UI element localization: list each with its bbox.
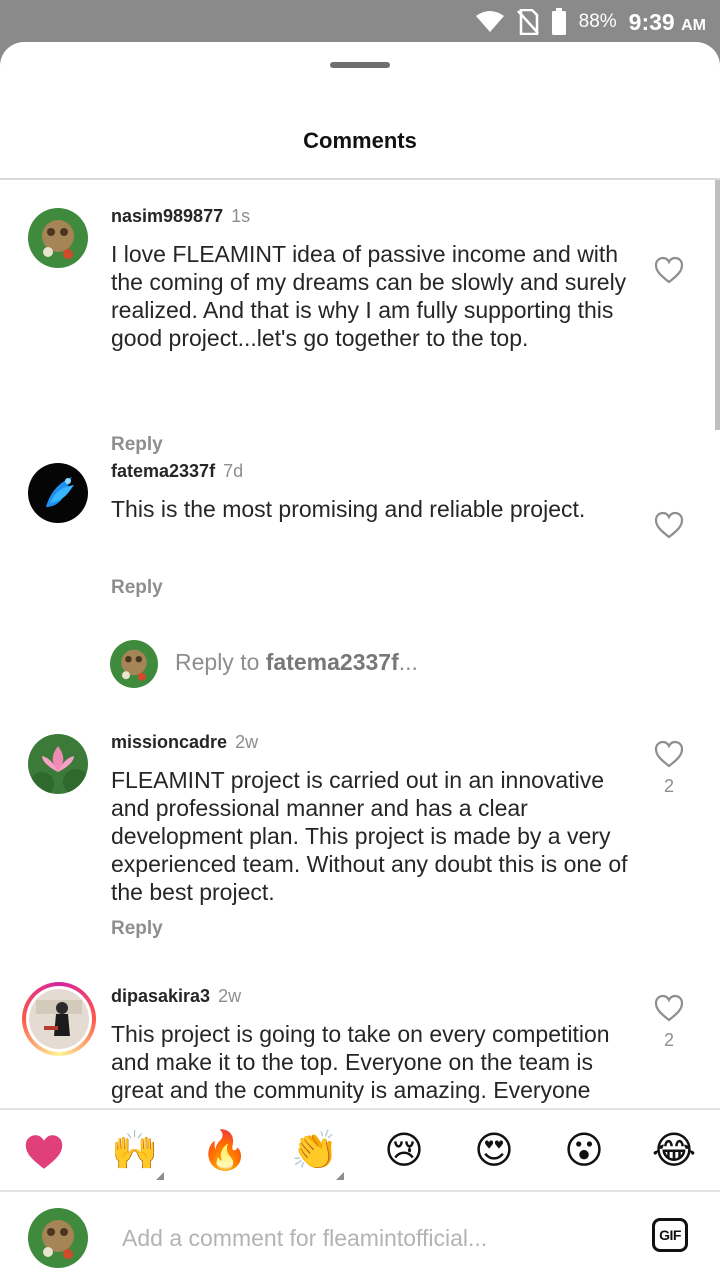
scrollbar[interactable]	[715, 180, 720, 430]
comment-input[interactable]	[110, 1218, 654, 1258]
comment-header: nasim989877 1s	[111, 206, 250, 227]
heart-icon[interactable]	[654, 740, 684, 768]
heart-eyes-emoji[interactable]: 😍	[471, 1128, 517, 1174]
like-count: 2	[663, 776, 674, 796]
comment-text: This project is going to take on every c…	[111, 1021, 610, 1108]
avatar	[110, 640, 158, 688]
reply-button[interactable]: Reply	[111, 918, 163, 940]
drag-handle[interactable]	[330, 62, 390, 68]
comment-header: missioncadre 2w	[111, 732, 258, 753]
username[interactable]: missioncadre	[111, 732, 227, 752]
timestamp: 2w	[218, 986, 242, 1006]
crying-face-emoji[interactable]: 😢	[381, 1128, 427, 1174]
emoji-reaction-bar: 🙌 🔥 👏 😢 😍 😮 😂	[0, 1110, 720, 1190]
comment-header: dipasakira3 2w	[111, 986, 241, 1007]
reply-button[interactable]: Reply	[111, 577, 163, 599]
comment-list[interactable]: nasim989877 1s I love FLEAMINT idea of pa…	[0, 180, 720, 1108]
comment-text: FLEAMINT project is carried out in an in…	[111, 767, 628, 905]
heart-icon[interactable]	[654, 511, 684, 539]
story-avatar[interactable]	[22, 982, 96, 1056]
wifi-icon	[475, 11, 504, 32]
timestamp: 7d	[223, 461, 244, 481]
no-sim-icon	[516, 9, 539, 35]
username[interactable]: dipasakira3	[111, 986, 210, 1006]
battery-percent: 88%	[578, 11, 617, 32]
timestamp: 2w	[235, 732, 259, 752]
fire-emoji[interactable]: 🔥	[201, 1128, 248, 1174]
comment-header: fatema2337f 7d	[111, 461, 243, 482]
heart-icon[interactable]	[654, 256, 684, 284]
reply-input-row[interactable]: Reply to fatema2337f...	[0, 640, 720, 700]
comment-text: I love FLEAMINT idea of passive income a…	[111, 241, 627, 351]
gif-button[interactable]: GIF	[652, 1218, 688, 1252]
avatar[interactable]	[28, 208, 88, 268]
divider	[0, 1190, 720, 1192]
clock: 9:39 AM	[628, 8, 706, 35]
comment-text: This is the most promising and reliable …	[111, 496, 586, 522]
like-count: 2	[663, 1030, 674, 1050]
battery-icon	[551, 8, 566, 35]
heart-icon[interactable]	[654, 994, 684, 1022]
avatar[interactable]	[28, 734, 88, 794]
status-bar: 88% 9:39 AM	[0, 0, 720, 44]
surprised-face-emoji[interactable]: 😮	[561, 1128, 607, 1174]
username[interactable]: nasim989877	[111, 206, 223, 226]
username[interactable]: fatema2337f	[111, 461, 215, 481]
emoji-variants-indicator	[156, 1172, 164, 1180]
timestamp: 1s	[231, 206, 251, 226]
sheet-title: Comments	[303, 128, 417, 153]
reply-button[interactable]: Reply	[111, 434, 163, 456]
avatar[interactable]	[28, 463, 88, 523]
laughing-face-emoji[interactable]: 😂	[651, 1128, 697, 1174]
reply-prompt[interactable]: Reply to fatema2337f...	[175, 649, 418, 676]
emoji-variants-indicator	[336, 1172, 344, 1180]
comments-sheet: Comments nasim989877 1s I love FLEAMINT i…	[0, 42, 720, 1280]
composer-avatar	[28, 1208, 88, 1268]
raising-hands-emoji[interactable]: 🙌	[111, 1128, 158, 1174]
clapping-hands-emoji[interactable]: 👏	[291, 1128, 338, 1174]
heart-emoji[interactable]	[21, 1128, 67, 1174]
